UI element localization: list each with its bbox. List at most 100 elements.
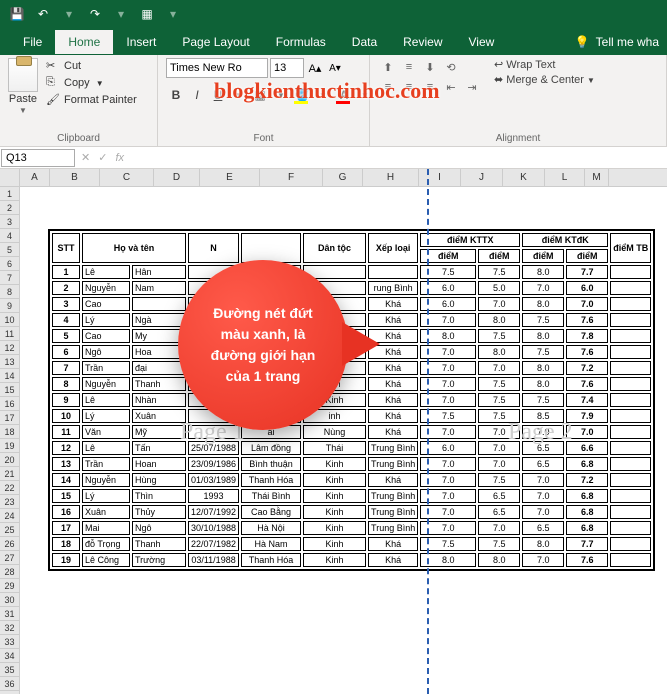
paste-dropdown[interactable]: ▼ [19, 106, 27, 115]
row-header-14[interactable]: 14 [0, 369, 19, 383]
row-header-18[interactable]: 18 [0, 425, 19, 439]
save-icon[interactable]: 💾 [6, 3, 28, 25]
table-row[interactable]: 15 Lý Thìn 1993 Thái Bình Kinh Trung Bìn… [52, 489, 651, 503]
row-header-16[interactable]: 16 [0, 397, 19, 411]
font-name-select[interactable] [166, 58, 268, 78]
tab-view[interactable]: View [456, 30, 508, 54]
row-header-4[interactable]: 4 [0, 229, 19, 243]
paste-icon[interactable] [8, 58, 38, 92]
format-painter-button[interactable]: 🖌Format Painter [44, 92, 139, 108]
row-header-35[interactable]: 35 [0, 663, 19, 677]
row-header-11[interactable]: 11 [0, 327, 19, 341]
increase-font-icon[interactable]: A▴ [306, 62, 324, 75]
table-row[interactable]: 8 Nguyễn Thanh inh Khá 7.0 7.5 8.0 7.6 [52, 377, 651, 391]
row-header-17[interactable]: 17 [0, 411, 19, 425]
row-header-6[interactable]: 6 [0, 257, 19, 271]
row-header-36[interactable]: 36 [0, 677, 19, 691]
row-header-33[interactable]: 33 [0, 635, 19, 649]
align-top-icon[interactable]: ⬆ [378, 58, 398, 76]
row-header-32[interactable]: 32 [0, 621, 19, 635]
col-header-E[interactable]: E [200, 169, 260, 186]
italic-button[interactable]: I [187, 85, 207, 105]
row-header-26[interactable]: 26 [0, 537, 19, 551]
col-header-A[interactable]: A [20, 169, 50, 186]
formula-input[interactable] [130, 156, 667, 160]
row-header-34[interactable]: 34 [0, 649, 19, 663]
row-header-10[interactable]: 10 [0, 313, 19, 327]
fx-icon[interactable]: fx [115, 152, 124, 164]
col-header-D[interactable]: D [154, 169, 200, 186]
redo-dropdown[interactable]: ▾ [110, 3, 132, 25]
tab-insert[interactable]: Insert [113, 30, 169, 54]
row-header-9[interactable]: 9 [0, 299, 19, 313]
tab-home[interactable]: Home [55, 30, 113, 54]
select-all-cell[interactable] [0, 169, 19, 187]
row-header-15[interactable]: 15 [0, 383, 19, 397]
table-row[interactable]: 9 Lê Nhàn Kinh Khá 7.0 7.5 7.5 7.4 [52, 393, 651, 407]
col-header-G[interactable]: G [323, 169, 363, 186]
row-header-23[interactable]: 23 [0, 495, 19, 509]
grid-area[interactable]: ABCDEFGHIJKLM Page 1 Page 2 STT Họ và tê… [20, 169, 667, 694]
wrap-text-button[interactable]: ↩ Wrap Text [494, 58, 595, 71]
qat-customize[interactable]: ▾ [162, 3, 184, 25]
row-header-25[interactable]: 25 [0, 523, 19, 537]
table-row[interactable]: 18 đỗ Trọng Thanh 22/07/1982 Hà Nam Kinh… [52, 537, 651, 551]
enter-icon[interactable]: ✓ [98, 151, 107, 164]
row-header-2[interactable]: 2 [0, 201, 19, 215]
col-header-B[interactable]: B [50, 169, 100, 186]
row-header-12[interactable]: 12 [0, 341, 19, 355]
row-header-27[interactable]: 27 [0, 551, 19, 565]
row-header-8[interactable]: 8 [0, 285, 19, 299]
touch-mode-icon[interactable]: ▦ [136, 3, 158, 25]
row-header-22[interactable]: 22 [0, 481, 19, 495]
align-middle-icon[interactable]: ≡ [399, 58, 419, 76]
bold-button[interactable]: B [166, 85, 186, 105]
col-header-K[interactable]: K [503, 169, 545, 186]
redo-icon[interactable]: ↷ [84, 3, 106, 25]
row-header-31[interactable]: 31 [0, 607, 19, 621]
col-header-L[interactable]: L [545, 169, 585, 186]
table-row[interactable]: 16 Xuân Thủy 12/07/1992 Cao Bằng Kinh Tr… [52, 505, 651, 519]
table-row[interactable]: 19 Lê Công Trường 03/11/1988 Thanh Hóa K… [52, 553, 651, 567]
row-header-29[interactable]: 29 [0, 579, 19, 593]
tab-page-layout[interactable]: Page Layout [169, 30, 262, 54]
col-header-C[interactable]: C [100, 169, 154, 186]
align-bottom-icon[interactable]: ⬇ [420, 58, 440, 76]
col-header-I[interactable]: I [419, 169, 461, 186]
table-row[interactable]: 13 Trần Hoan 23/09/1986 Bình thuận Kinh … [52, 457, 651, 471]
font-size-select[interactable] [270, 58, 304, 78]
table-row[interactable]: 2 Nguyễn Nam rung Bình 6.0 5.0 7.0 6.0 [52, 281, 651, 295]
decrease-font-icon[interactable]: A▾ [326, 63, 344, 74]
copy-button[interactable]: ⎘Copy▼ [44, 75, 139, 91]
undo-dropdown[interactable]: ▾ [58, 3, 80, 25]
row-header-20[interactable]: 20 [0, 453, 19, 467]
tab-formulas[interactable]: Formulas [263, 30, 339, 54]
indent-dec-icon[interactable]: ⇤ [441, 78, 461, 96]
tab-file[interactable]: File [10, 30, 55, 54]
name-box[interactable] [1, 149, 75, 167]
table-row[interactable]: 14 Nguyễn Hùng 01/03/1989 Thanh Hóa Kinh… [52, 473, 651, 487]
tab-review[interactable]: Review [390, 30, 455, 54]
cut-button[interactable]: ✂Cut [44, 58, 139, 74]
col-header-F[interactable]: F [260, 169, 323, 186]
row-header-30[interactable]: 30 [0, 593, 19, 607]
undo-icon[interactable]: ↶ [32, 3, 54, 25]
col-header-M[interactable]: M [585, 169, 609, 186]
row-header-5[interactable]: 5 [0, 243, 19, 257]
orientation-icon[interactable]: ⟲ [441, 58, 461, 76]
row-header-21[interactable]: 21 [0, 467, 19, 481]
row-header-1[interactable]: 1 [0, 187, 19, 201]
tell-me[interactable]: 💡Tell me wha [567, 30, 667, 54]
merge-center-button[interactable]: ⬌ Merge & Center ▼ [494, 73, 595, 86]
col-header-J[interactable]: J [461, 169, 503, 186]
row-header-19[interactable]: 19 [0, 439, 19, 453]
row-header-24[interactable]: 24 [0, 509, 19, 523]
col-header-H[interactable]: H [363, 169, 419, 186]
paste-button[interactable]: Paste [9, 93, 37, 105]
table-row[interactable]: 3 Cao Khá 6.0 7.0 8.0 7.0 [52, 297, 651, 311]
indent-inc-icon[interactable]: ⇥ [462, 78, 482, 96]
row-header-13[interactable]: 13 [0, 355, 19, 369]
table-row[interactable]: 1 Lê Hân 7.5 7.5 8.0 7.7 [52, 265, 651, 279]
table-row[interactable]: 17 Mai Ngô 30/10/1988 Hà Nội Kinh Trung … [52, 521, 651, 535]
tab-data[interactable]: Data [339, 30, 390, 54]
